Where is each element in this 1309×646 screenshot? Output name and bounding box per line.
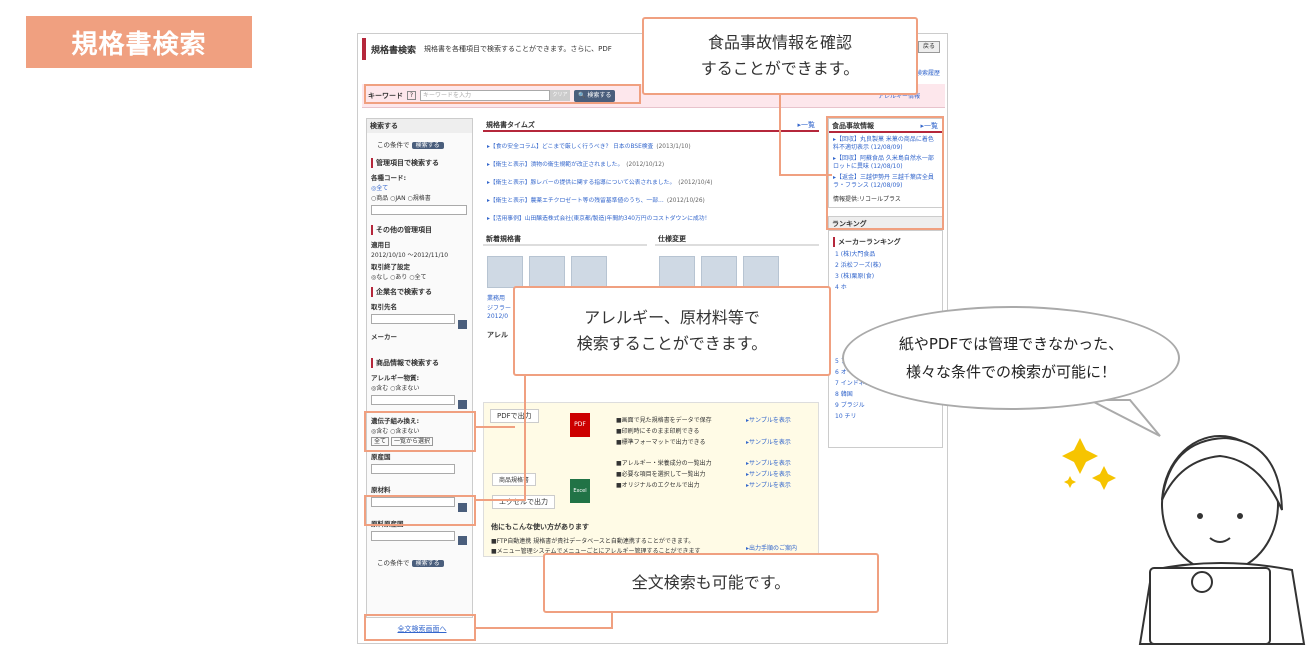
highlight-food-accident (826, 116, 944, 230)
sparkle-icon (1064, 476, 1076, 488)
connector-line (475, 612, 613, 629)
eye-icon (1197, 513, 1203, 519)
callout-food-accident: 食品事故情報を確認 することができます。 (642, 17, 918, 95)
highlight-keyword (364, 84, 641, 104)
highlight-fulltext (364, 614, 476, 641)
connector-line (475, 376, 526, 501)
speech-bubble: 紙やPDFでは管理できなかった、 様々な条件での検索が可能に！ (842, 306, 1180, 410)
highlight-allergy (364, 411, 476, 452)
callout-fulltext: 全文検索も可能です。 (543, 553, 879, 613)
callout-allergy: アレルギー、原材料等で 検索することができます。 (513, 286, 831, 376)
sparkle-icon (1062, 438, 1098, 474)
person-illustration (1062, 435, 1306, 645)
eye-icon (1237, 513, 1243, 519)
highlight-origin (364, 495, 476, 526)
sparkle-icon (1092, 466, 1116, 490)
connector-line (779, 90, 832, 176)
laptop-icon (1149, 567, 1271, 645)
